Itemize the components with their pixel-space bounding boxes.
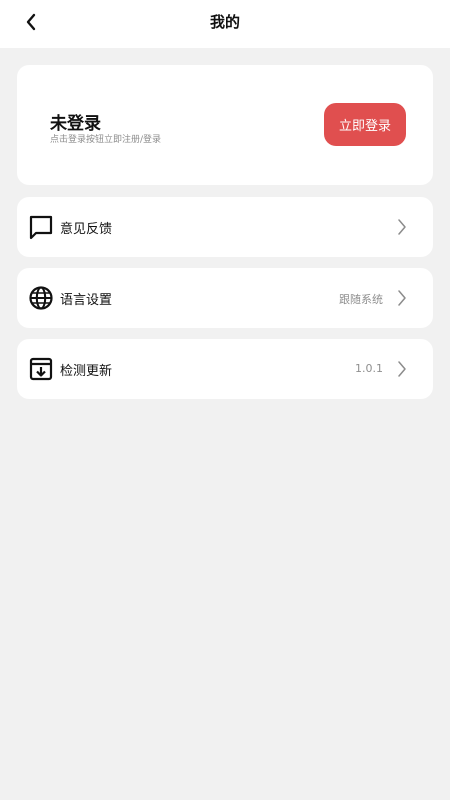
globe-icon	[29, 286, 53, 310]
profile-status: 未登录	[50, 114, 101, 134]
chevron-right-icon	[398, 361, 406, 377]
top-bar: 我的	[0, 0, 450, 48]
menu-item-value: 跟随系统	[339, 293, 383, 306]
menu-item-label: 意见反馈	[60, 222, 113, 237]
chevron-right-icon	[398, 290, 406, 306]
menu-item-value: 1.0.1	[355, 362, 383, 375]
message-square-icon	[29, 215, 53, 240]
chevron-right-icon	[398, 219, 406, 235]
menu-item-language[interactable]: 语言设置 跟随系统	[17, 268, 433, 328]
page-title: 我的	[209, 13, 240, 31]
menu-item-check-update[interactable]: 检测更新 1.0.1	[17, 339, 433, 399]
download-box-icon	[29, 357, 53, 381]
menu-item-feedback[interactable]: 意见反馈	[17, 197, 433, 257]
menu-item-label: 语言设置	[60, 293, 113, 308]
profile-card: 未登录 点击登录按钮立即注册/登录 立即登录	[17, 65, 433, 185]
profile-hint: 点击登录按钮立即注册/登录	[50, 135, 162, 145]
login-button[interactable]: 立即登录	[324, 103, 406, 146]
menu-item-label: 检测更新	[60, 364, 113, 379]
